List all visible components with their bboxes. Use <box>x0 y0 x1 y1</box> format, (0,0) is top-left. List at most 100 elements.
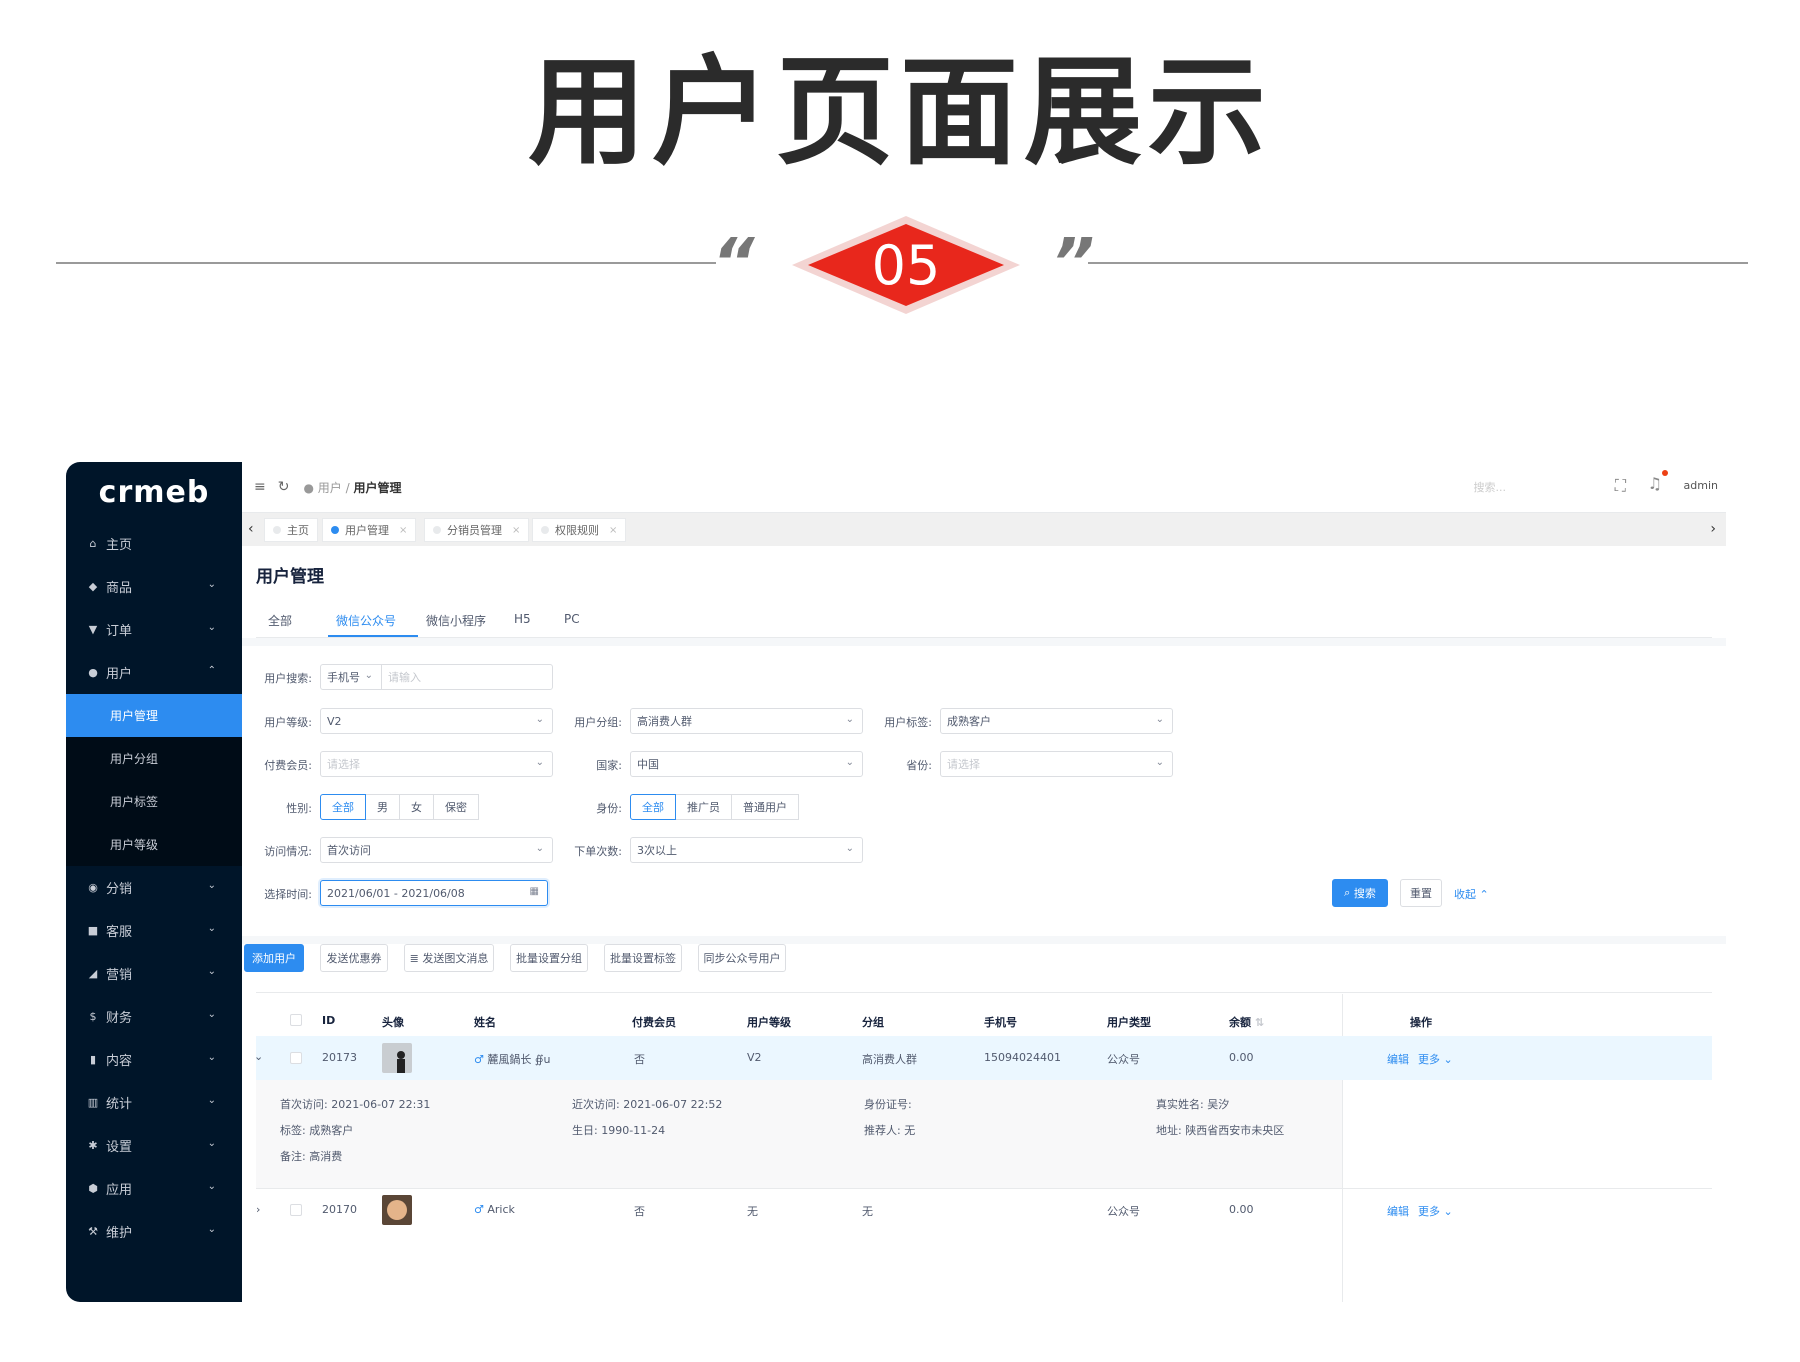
sidebar: crmeb ⌂ 主页 ◆ 商品 ⌄ ▼ 订单 ⌄ ● 用户 ⌃ 用户管理 用户分组 用户标签 用户等级 ◉ 分销… <box>66 462 242 1302</box>
sidebar-subitem-3[interactable]: 用户等级 <box>66 823 242 866</box>
select-all-checkbox[interactable] <box>290 1014 302 1026</box>
sidebar-item-12[interactable]: ⚒ 维护 ⌄ <box>66 1210 242 1253</box>
col-balance[interactable]: 余额 ⇅ <box>1229 1014 1264 1030</box>
identity-all[interactable]: 全部 <box>630 794 676 820</box>
user-table-card: 添加用户 发送优惠券 ≣ 发送图文消息 批量设置分组 批量设置标签 同步公众号用… <box>242 944 1726 1302</box>
sidebar-item-3[interactable]: ● 用户 ⌃ <box>66 651 242 694</box>
page-tab-user-manage[interactable]: 用户管理 × <box>322 518 417 542</box>
page-title: 用户管理 <box>256 567 324 587</box>
close-icon[interactable]: × <box>399 525 407 536</box>
sidebar-item-label: 订单 <box>106 624 133 639</box>
row-checkbox[interactable] <box>290 1052 302 1064</box>
fullscreen-icon[interactable]: ⛶ <box>1615 476 1626 496</box>
gender-all[interactable]: 全部 <box>320 794 366 820</box>
sidebar-item-8[interactable]: ▮ 内容 ⌄ <box>66 1038 242 1081</box>
sidebar-item-4[interactable]: ◉ 分销 ⌄ <box>66 866 242 909</box>
user-menu[interactable]: admin <box>1684 479 1718 492</box>
tabs-left-arrow-icon[interactable]: ‹ <box>248 521 254 537</box>
paid-select[interactable]: 请选择 ⌄ <box>320 751 553 777</box>
gender-female[interactable]: 女 <box>399 794 434 820</box>
sidebar-item-label: 客服 <box>106 925 133 940</box>
search-button[interactable]: ⌕ 搜索 <box>1332 879 1388 907</box>
country-select[interactable]: 中国 ⌄ <box>630 751 863 777</box>
identity-label: 身份: <box>596 802 622 815</box>
sidebar-item-0[interactable]: ⌂ 主页 <box>66 522 242 565</box>
reset-button[interactable]: 重置 <box>1400 879 1442 907</box>
tabs-right-arrow-icon[interactable]: › <box>1710 521 1716 537</box>
more-dropdown[interactable]: 更多 ⌄ <box>1418 1203 1453 1219</box>
edit-link[interactable]: 编辑 <box>1387 1051 1409 1067</box>
breadcrumb-parent[interactable]: 用户 <box>318 481 342 495</box>
more-dropdown[interactable]: 更多 ⌄ <box>1418 1051 1453 1067</box>
tag-select[interactable]: 成熟客户 ⌄ <box>940 708 1173 734</box>
gender-male[interactable]: 男 <box>365 794 400 820</box>
visit-select[interactable]: 首次访问 ⌄ <box>320 837 553 863</box>
group-select[interactable]: 高消费人群 ⌄ <box>630 708 863 734</box>
sidebar-subitem-1[interactable]: 用户分组 <box>66 737 242 780</box>
calendar-icon: ▦ <box>529 886 539 897</box>
sidebar-item-5[interactable]: ■ 客服 ⌄ <box>66 909 242 952</box>
col-id[interactable]: ID <box>322 1014 335 1027</box>
country-label: 国家: <box>596 759 622 772</box>
edit-link[interactable]: 编辑 <box>1387 1203 1409 1219</box>
cell-type: 公众号 <box>1107 1205 1140 1218</box>
tab-wechat-official[interactable]: 微信公众号 <box>336 612 396 629</box>
collapse-link[interactable]: 收起 ⌃ <box>1454 886 1489 902</box>
tab-pc[interactable]: PC <box>564 612 580 626</box>
search-type-select[interactable]: 手机号 ⌄ <box>320 664 382 690</box>
send-news-button[interactable]: ≣ 发送图文消息 <box>404 944 494 972</box>
batch-tag-button[interactable]: 批量设置标签 <box>604 944 682 972</box>
gear-icon: ✱ <box>88 1139 98 1152</box>
bell-icon[interactable]: ♫ <box>1648 474 1662 493</box>
sidebar-item-7[interactable]: $ 财务 ⌄ <box>66 995 242 1038</box>
expand-row-icon[interactable]: › <box>256 1203 260 1216</box>
goods-icon: ◆ <box>88 580 98 593</box>
province-select[interactable]: 请选择 ⌄ <box>940 751 1173 777</box>
cell-group: 无 <box>862 1205 873 1218</box>
menu-toggle-icon[interactable]: ≡ <box>254 479 266 495</box>
page-header: 用户管理 全部 微信公众号 微信小程序 H5 PC <box>242 546 1726 638</box>
add-user-button[interactable]: 添加用户 <box>244 944 304 972</box>
search-input[interactable]: 搜索... <box>1474 479 1507 495</box>
page-tab-home[interactable]: 主页 <box>264 518 318 542</box>
cell-type: 公众号 <box>1107 1053 1140 1066</box>
gender-secret[interactable]: 保密 <box>433 794 479 820</box>
page-tab-permission[interactable]: 权限规则 × <box>532 518 627 542</box>
province-label: 省份: <box>906 759 932 772</box>
user-icon: ● <box>303 480 314 495</box>
sidebar-subitem-2[interactable]: 用户标签 <box>66 780 242 823</box>
sidebar-item-11[interactable]: ⬢ 应用 ⌄ <box>66 1167 242 1210</box>
sidebar-item-1[interactable]: ◆ 商品 ⌄ <box>66 565 242 608</box>
sidebar-item-9[interactable]: ▥ 统计 ⌄ <box>66 1081 242 1124</box>
search-input[interactable]: 请输入 <box>381 664 553 690</box>
detail-address: 地址: 陕西省西安市未央区 <box>1156 1124 1285 1137</box>
notification-dot <box>1662 470 1668 476</box>
col-actions: 操作 <box>1410 1016 1432 1029</box>
orders-select[interactable]: 3次以上 ⌄ <box>630 837 863 863</box>
refresh-icon[interactable]: ↻ <box>278 479 290 495</box>
sidebar-item-6[interactable]: ◢ 营销 ⌄ <box>66 952 242 995</box>
tab-wechat-mini[interactable]: 微信小程序 <box>426 612 486 629</box>
row-checkbox[interactable] <box>290 1204 302 1216</box>
page-tab-distributor[interactable]: 分销员管理 × <box>424 518 530 542</box>
tab-h5[interactable]: H5 <box>514 612 531 626</box>
sidebar-item-10[interactable]: ✱ 设置 ⌄ <box>66 1124 242 1167</box>
cell-paid: 否 <box>634 1205 645 1218</box>
identity-normal[interactable]: 普通用户 <box>731 794 799 820</box>
sidebar-item-2[interactable]: ▼ 订单 ⌄ <box>66 608 242 651</box>
chevron-down-icon: ⌄ <box>207 1009 216 1020</box>
breadcrumb: ● 用户 / 用户管理 <box>303 480 402 495</box>
send-coupon-button[interactable]: 发送优惠券 <box>320 944 388 972</box>
identity-promoter[interactable]: 推广员 <box>675 794 732 820</box>
close-icon[interactable]: × <box>609 525 617 536</box>
date-range-picker[interactable]: 2021/06/01 - 2021/06/08 ▦ <box>320 880 548 906</box>
batch-group-button[interactable]: 批量设置分组 <box>510 944 588 972</box>
close-icon[interactable]: × <box>512 525 520 536</box>
sidebar-subitem-0[interactable]: 用户管理 <box>66 694 242 737</box>
tab-all[interactable]: 全部 <box>268 612 292 629</box>
collapse-row-icon[interactable]: ⌄ <box>254 1050 263 1063</box>
col-avatar: 头像 <box>382 1016 404 1029</box>
banner-title: 用户页面展示 <box>527 43 1272 181</box>
level-select[interactable]: V2 ⌄ <box>320 708 553 734</box>
sync-users-button[interactable]: 同步公众号用户 <box>698 944 786 972</box>
